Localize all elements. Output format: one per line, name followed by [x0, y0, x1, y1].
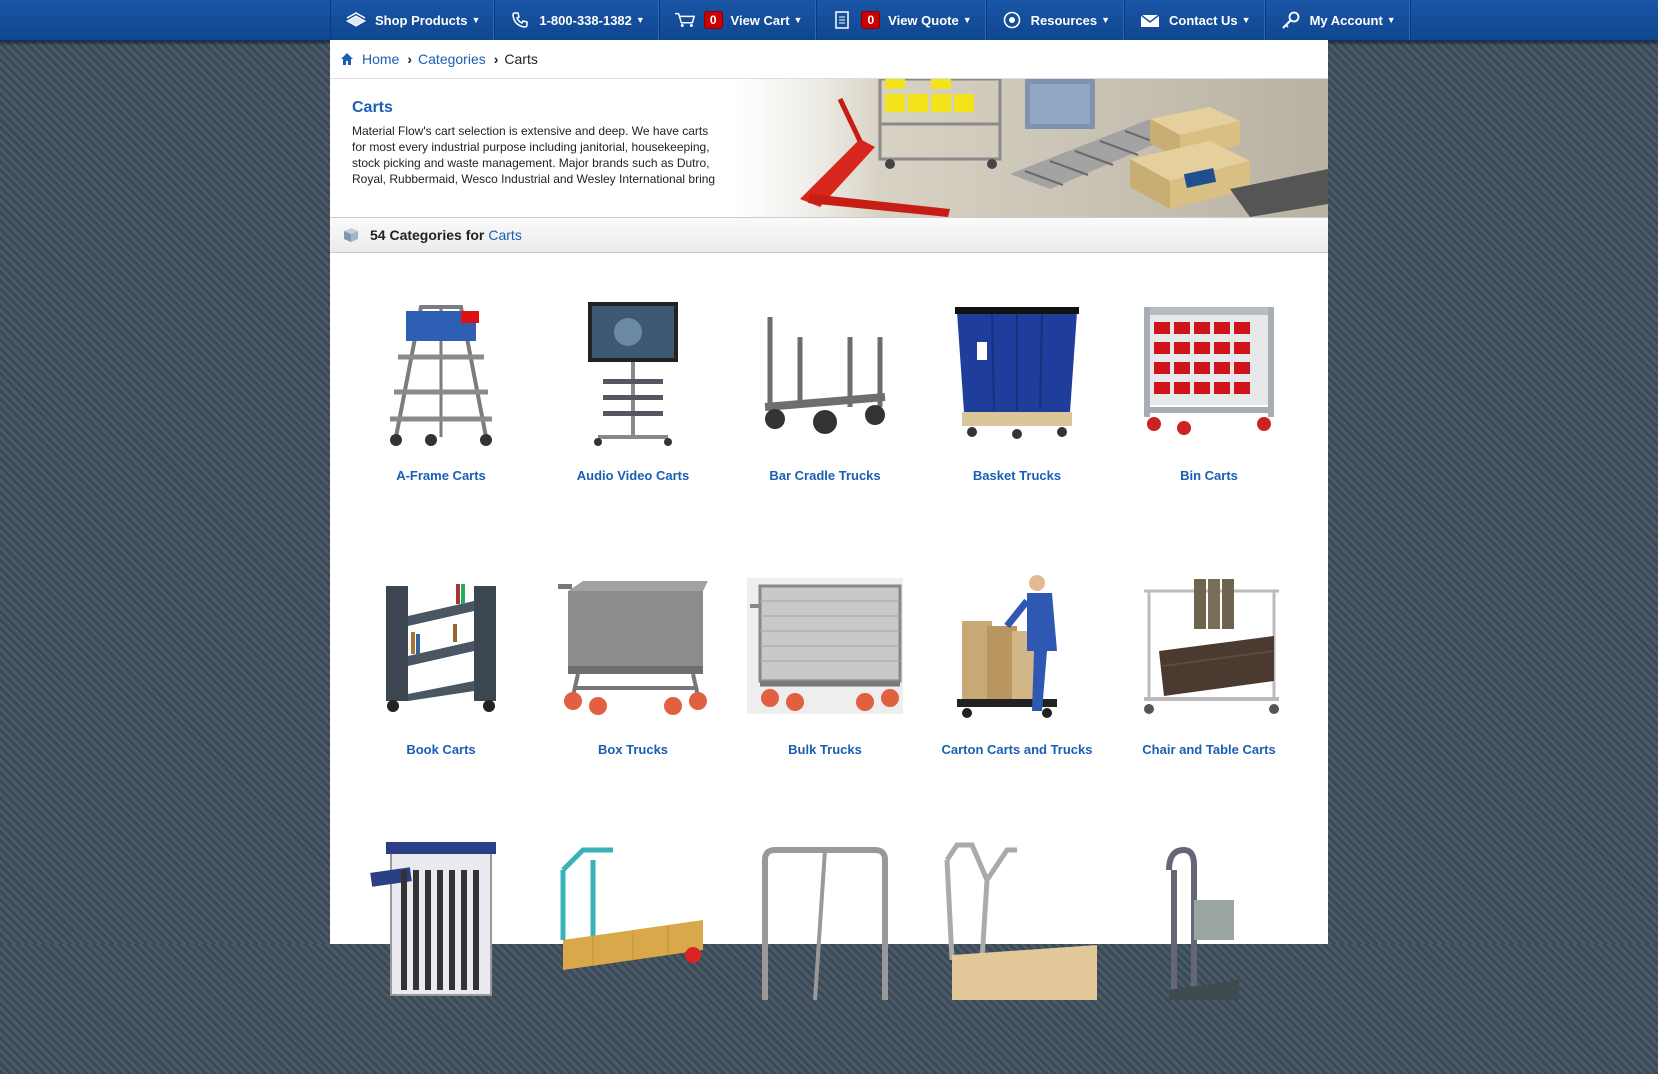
- view-cart-label: View Cart: [730, 12, 790, 28]
- category-count-link[interactable]: Carts: [488, 227, 521, 243]
- envelope-icon: [1139, 9, 1161, 31]
- carton-cart-image[interactable]: [932, 566, 1102, 726]
- category-label[interactable]: Book Carts: [406, 742, 475, 757]
- chevron-down-icon: ▼: [635, 15, 645, 25]
- category-label[interactable]: Bar Cradle Trucks: [769, 468, 880, 483]
- category-hero-banner: Carts Material Flow's cart selection is …: [330, 79, 1328, 218]
- chevron-down-icon: ▼: [793, 15, 803, 25]
- category-tile[interactable]: [921, 800, 1113, 1074]
- document-icon: [831, 9, 853, 31]
- breadcrumb-categories-link[interactable]: Categories: [418, 51, 486, 67]
- phone-icon: [509, 9, 531, 31]
- breadcrumb-current: Carts: [504, 51, 538, 67]
- category-tile[interactable]: [537, 800, 729, 1074]
- bar-cradle-truck-image[interactable]: [740, 292, 910, 452]
- category-label[interactable]: Box Trucks: [598, 742, 668, 757]
- phone-menu[interactable]: 1-800-338-1382 ▼: [495, 0, 660, 40]
- category-tile[interactable]: Chair and Table Carts: [1113, 526, 1305, 800]
- tray-rack-cart-image[interactable]: [356, 840, 526, 1000]
- breadcrumb-separator-icon: ›: [493, 51, 499, 67]
- box-icon: [342, 226, 360, 244]
- chevron-down-icon: ▼: [962, 15, 972, 25]
- main-nav: Shop Products ▼ 1-800-338-1382 ▼ 0 View …: [330, 0, 1411, 40]
- category-count-text: 54 Categories for: [370, 227, 485, 243]
- contact-us-label: Contact Us: [1169, 12, 1238, 28]
- bin-cart-image[interactable]: [1124, 292, 1294, 452]
- audio-video-cart-image[interactable]: [548, 292, 718, 452]
- category-tile[interactable]: Bulk Trucks: [729, 526, 921, 800]
- panel-truck-image[interactable]: [740, 840, 910, 1000]
- a-frame-cart-image[interactable]: [356, 292, 526, 452]
- category-label[interactable]: Basket Trucks: [973, 468, 1061, 483]
- shop-products-label: Shop Products: [375, 12, 468, 28]
- breadcrumb-separator-icon: ›: [407, 51, 413, 67]
- category-tile[interactable]: Carton Carts and Trucks: [921, 526, 1113, 800]
- basket-truck-image[interactable]: [932, 292, 1102, 452]
- category-grid: A-Frame Carts Audio Video Carts Bar Crad…: [330, 252, 1343, 1074]
- chevron-down-icon: ▼: [1386, 15, 1396, 25]
- category-tile[interactable]: [345, 800, 537, 1074]
- resources-menu[interactable]: Resources ▼: [987, 0, 1126, 40]
- platform-truck-image[interactable]: [548, 840, 718, 1000]
- hand-truck-image[interactable]: [1124, 840, 1294, 1000]
- chevron-down-icon: ▼: [471, 15, 481, 25]
- view-quote-label: View Quote: [888, 12, 959, 28]
- category-tile[interactable]: [1113, 800, 1305, 1074]
- shop-products-menu[interactable]: Shop Products ▼: [331, 0, 496, 40]
- wood-platform-truck-image[interactable]: [932, 840, 1102, 1000]
- category-tile[interactable]: Bin Carts: [1113, 252, 1305, 526]
- category-label[interactable]: Chair and Table Carts: [1142, 742, 1275, 757]
- chevron-down-icon: ▼: [1101, 15, 1111, 25]
- resources-label: Resources: [1030, 12, 1098, 28]
- top-navbar: Shop Products ▼ 1-800-338-1382 ▼ 0 View …: [0, 0, 1658, 41]
- contact-us-menu[interactable]: Contact Us ▼: [1125, 0, 1266, 40]
- view-cart-menu[interactable]: 0 View Cart ▼: [660, 0, 818, 40]
- breadcrumb-home-link[interactable]: Home: [362, 51, 399, 67]
- shopping-cart-icon: [674, 9, 696, 31]
- quote-count-badge: 0: [861, 11, 881, 29]
- chair-table-cart-image[interactable]: [1124, 566, 1294, 726]
- book-cart-image[interactable]: [356, 566, 526, 726]
- chevron-down-icon: ▼: [1241, 15, 1251, 25]
- page-title: Carts: [352, 99, 393, 116]
- category-label[interactable]: Bulk Trucks: [788, 742, 862, 757]
- category-label[interactable]: Carton Carts and Trucks: [942, 742, 1093, 757]
- boxes-icon: [345, 9, 367, 31]
- category-tile[interactable]: A-Frame Carts: [345, 252, 537, 526]
- category-tile[interactable]: Basket Trucks: [921, 252, 1113, 526]
- my-account-label: My Account: [1309, 12, 1383, 28]
- category-tile[interactable]: Box Trucks: [537, 526, 729, 800]
- my-account-menu[interactable]: My Account ▼: [1266, 0, 1411, 40]
- category-description: Material Flow's cart selection is extens…: [352, 124, 716, 186]
- category-tile[interactable]: Bar Cradle Trucks: [729, 252, 921, 526]
- category-label[interactable]: A-Frame Carts: [396, 468, 486, 483]
- category-tile[interactable]: Audio Video Carts: [537, 252, 729, 526]
- category-tile[interactable]: [729, 800, 921, 1074]
- category-tile[interactable]: Book Carts: [345, 526, 537, 800]
- phone-label: 1-800-338-1382: [539, 12, 632, 28]
- box-truck-image[interactable]: [548, 566, 718, 726]
- bulk-truck-image[interactable]: [740, 566, 910, 726]
- category-label[interactable]: Audio Video Carts: [577, 468, 689, 483]
- home-icon[interactable]: [340, 52, 354, 66]
- category-label[interactable]: Bin Carts: [1180, 468, 1238, 483]
- category-count-bar: 54 Categories for Carts: [330, 218, 1328, 253]
- disc-icon: [1001, 9, 1023, 31]
- warehouse-equipment-banner-image: [730, 79, 1328, 217]
- cart-count-badge: 0: [703, 11, 723, 29]
- key-icon: [1280, 9, 1302, 31]
- view-quote-menu[interactable]: 0 View Quote ▼: [817, 0, 987, 40]
- breadcrumb: Home › Categories › Carts: [330, 40, 1328, 79]
- main-content: Home › Categories › Carts Carts Material…: [330, 40, 1328, 1000]
